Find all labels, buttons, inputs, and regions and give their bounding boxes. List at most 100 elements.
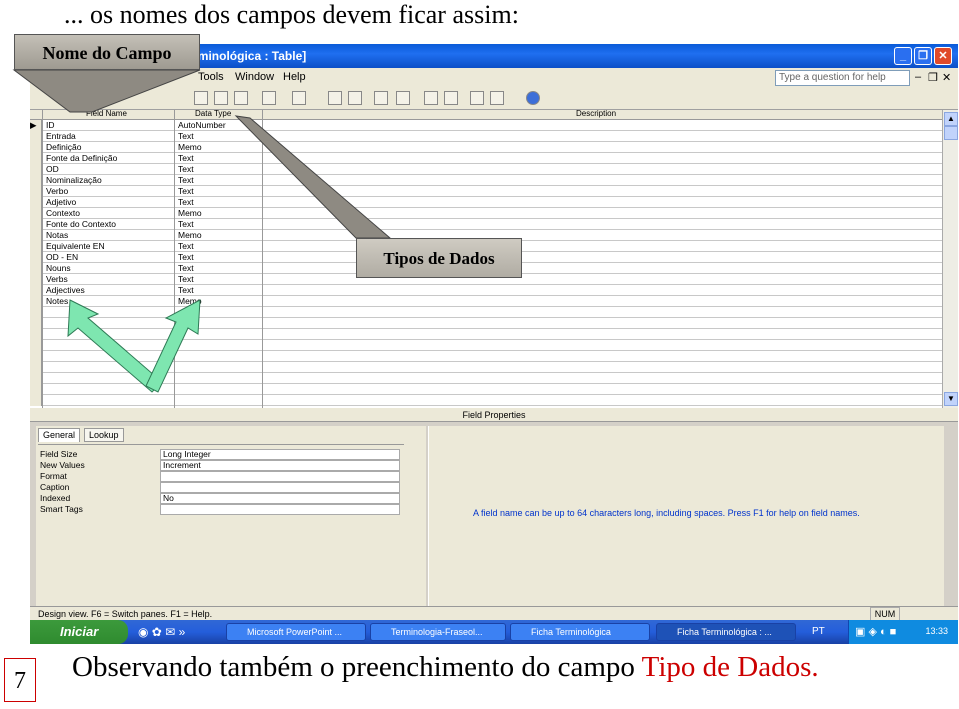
scroll-thumb[interactable] bbox=[944, 126, 958, 140]
empty-row[interactable] bbox=[30, 329, 942, 340]
row-selector[interactable] bbox=[30, 186, 42, 197]
menu-tools[interactable]: Tools bbox=[198, 71, 224, 83]
property-value[interactable]: Long Integer bbox=[160, 449, 400, 460]
row-selector[interactable] bbox=[30, 175, 42, 186]
row-selector[interactable] bbox=[30, 318, 42, 329]
row-selector[interactable] bbox=[30, 351, 42, 362]
data-type-cell[interactable]: Text bbox=[178, 164, 194, 174]
row-selector[interactable] bbox=[30, 241, 42, 252]
minimize-icon[interactable]: _ bbox=[894, 47, 912, 65]
field-name-cell[interactable]: Definição bbox=[46, 142, 81, 152]
field-name-cell[interactable]: Fonte da Definição bbox=[46, 153, 117, 163]
empty-row[interactable] bbox=[30, 384, 942, 395]
data-type-cell[interactable]: Text bbox=[178, 175, 194, 185]
start-button[interactable]: Iniciar bbox=[30, 620, 128, 644]
row-selector[interactable] bbox=[30, 230, 42, 241]
data-type-cell[interactable]: Text bbox=[178, 197, 194, 207]
property-value[interactable] bbox=[160, 482, 400, 493]
field-name-cell[interactable]: Nouns bbox=[46, 263, 71, 273]
row-selector[interactable] bbox=[30, 142, 42, 153]
task-powerpoint[interactable]: Microsoft PowerPoint ... bbox=[226, 623, 366, 641]
data-type-cell[interactable]: Text bbox=[178, 131, 194, 141]
build-icon[interactable] bbox=[444, 91, 458, 105]
table-row[interactable]: Notes Memo bbox=[30, 296, 942, 307]
row-selector[interactable]: ▶ bbox=[30, 120, 42, 131]
tab-general[interactable]: General bbox=[38, 428, 81, 442]
row-selector[interactable] bbox=[30, 395, 42, 406]
ask-question-input[interactable]: Type a question for help bbox=[775, 70, 910, 86]
data-type-cell[interactable]: Text bbox=[178, 274, 194, 284]
field-name-cell[interactable]: Adjectives bbox=[46, 285, 85, 295]
table-row[interactable]: Fonte da Definição Text bbox=[30, 153, 942, 164]
quick-launch-icons[interactable]: ◉ ✿ ✉ » bbox=[138, 625, 185, 639]
row-selector[interactable] bbox=[30, 153, 42, 164]
empty-row[interactable] bbox=[30, 307, 942, 318]
table-row[interactable]: Verbo Text bbox=[30, 186, 942, 197]
row-selector[interactable] bbox=[30, 384, 42, 395]
empty-row[interactable] bbox=[30, 351, 942, 362]
field-name-cell[interactable]: Notes bbox=[46, 296, 68, 306]
data-type-cell[interactable]: Text bbox=[178, 241, 194, 251]
row-selector[interactable] bbox=[30, 362, 42, 373]
table-row[interactable]: Fonte do Contexto Text bbox=[30, 219, 942, 230]
indexes-icon[interactable] bbox=[348, 91, 362, 105]
field-name-cell[interactable]: Adjetivo bbox=[46, 197, 76, 207]
table-row[interactable]: Nominalização Text bbox=[30, 175, 942, 186]
table-row[interactable]: Adjectives Text bbox=[30, 285, 942, 296]
row-selector[interactable] bbox=[30, 197, 42, 208]
field-name-cell[interactable]: OD - EN bbox=[46, 252, 78, 262]
tab-lookup[interactable]: Lookup bbox=[84, 428, 124, 442]
maximize-icon[interactable]: ❐ bbox=[914, 47, 932, 65]
empty-row[interactable] bbox=[30, 395, 942, 406]
menu-help[interactable]: Help bbox=[283, 71, 306, 83]
vertical-scrollbar[interactable]: ▲ ▼ bbox=[942, 110, 958, 408]
row-selector[interactable] bbox=[30, 219, 42, 230]
data-type-cell[interactable]: Text bbox=[178, 285, 194, 295]
table-row[interactable]: ▶ ID AutoNumber bbox=[30, 120, 942, 131]
copy-icon[interactable] bbox=[214, 91, 228, 105]
data-type-cell[interactable]: Text bbox=[178, 219, 194, 229]
doc-restore-icon[interactable]: ❐ bbox=[928, 71, 938, 84]
row-selector[interactable] bbox=[30, 285, 42, 296]
task-terminologia[interactable]: Terminologia-Fraseol... bbox=[370, 623, 506, 641]
empty-row[interactable] bbox=[30, 340, 942, 351]
row-selector[interactable] bbox=[30, 340, 42, 351]
row-selector[interactable] bbox=[30, 373, 42, 384]
row-selector[interactable] bbox=[30, 164, 42, 175]
properties-icon[interactable] bbox=[424, 91, 438, 105]
new-object-icon[interactable] bbox=[490, 91, 504, 105]
undo-icon[interactable] bbox=[262, 91, 276, 105]
data-type-cell[interactable]: Text bbox=[178, 252, 194, 262]
doc-close-icon[interactable]: ✕ bbox=[942, 71, 951, 84]
table-row[interactable]: Definição Memo bbox=[30, 142, 942, 153]
field-name-cell[interactable]: Verbo bbox=[46, 186, 68, 196]
data-type-cell[interactable]: Memo bbox=[178, 230, 202, 240]
database-window-icon[interactable] bbox=[470, 91, 484, 105]
data-type-cell[interactable]: AutoNumber bbox=[178, 120, 226, 130]
field-name-cell[interactable]: Notas bbox=[46, 230, 68, 240]
data-type-cell[interactable]: Memo bbox=[178, 208, 202, 218]
field-name-cell[interactable]: ID bbox=[46, 120, 55, 130]
cut-icon[interactable] bbox=[194, 91, 208, 105]
table-row[interactable]: Contexto Memo bbox=[30, 208, 942, 219]
field-name-cell[interactable]: Fonte do Contexto bbox=[46, 219, 116, 229]
field-name-cell[interactable]: Nominalização bbox=[46, 175, 102, 185]
scroll-up-icon[interactable]: ▲ bbox=[944, 112, 958, 126]
help-icon[interactable] bbox=[526, 91, 540, 105]
property-value[interactable] bbox=[160, 471, 400, 482]
field-name-cell[interactable]: OD bbox=[46, 164, 59, 174]
row-selector[interactable] bbox=[30, 208, 42, 219]
row-selector[interactable] bbox=[30, 274, 42, 285]
task-ficha[interactable]: Ficha Terminológica bbox=[510, 623, 650, 641]
empty-row[interactable] bbox=[30, 373, 942, 384]
table-row[interactable]: OD Text bbox=[30, 164, 942, 175]
data-type-cell[interactable]: Memo bbox=[178, 142, 202, 152]
property-value[interactable]: No bbox=[160, 493, 400, 504]
table-row[interactable]: Entrada Text bbox=[30, 131, 942, 142]
delete-rows-icon[interactable] bbox=[396, 91, 410, 105]
property-value[interactable] bbox=[160, 504, 400, 515]
scroll-down-icon[interactable]: ▼ bbox=[944, 392, 958, 406]
row-selector[interactable] bbox=[30, 131, 42, 142]
field-name-cell[interactable]: Verbs bbox=[46, 274, 68, 284]
table-row[interactable]: Adjetivo Text bbox=[30, 197, 942, 208]
